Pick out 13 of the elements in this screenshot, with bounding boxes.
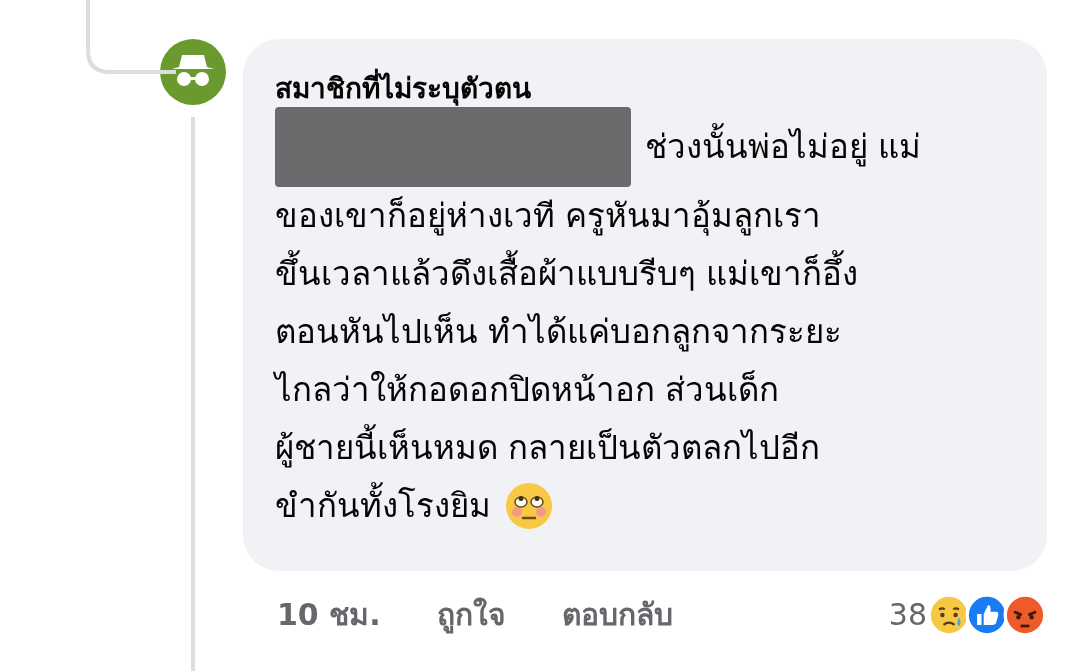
reaction-count[interactable]: 38 xyxy=(888,597,927,632)
comment-text-line: ขึ้นเวลาแล้วดึงเสื้อผ้าแบบรีบๆ แม่เขาก็อึ้ง xyxy=(275,245,859,303)
comment-text-line: ตอนหันไปเห็น ทำได้แค่บอกลูกจากระยะ xyxy=(275,311,843,354)
comment-text-line: ผู้ชายนี้เห็นหมด กลายเป็นตัวตลกไปอีก xyxy=(275,419,821,477)
comment-text-line: ช่วงนั้นพ่อไม่อยู่ แม่ xyxy=(645,118,922,176)
timestamp[interactable]: 10 ชม. xyxy=(277,591,381,638)
rolling-eyes-face-icon xyxy=(505,482,553,530)
incognito-avatar-icon[interactable] xyxy=(160,39,226,105)
comment-text-line: ของเขาก็อยู่ห่างเวที ครูหันมาอุ้มลูกเรา xyxy=(275,195,822,238)
like-link[interactable]: ถูกใจ xyxy=(436,591,506,638)
comment-text-line: ขำกันทั้งโรงยิม xyxy=(275,477,491,535)
reply-link[interactable]: ตอบกลับ xyxy=(561,591,673,638)
comment-text-line: ไกลว่าให้กอดอกปิดหน้าอก ส่วนเด็ก xyxy=(275,369,780,411)
